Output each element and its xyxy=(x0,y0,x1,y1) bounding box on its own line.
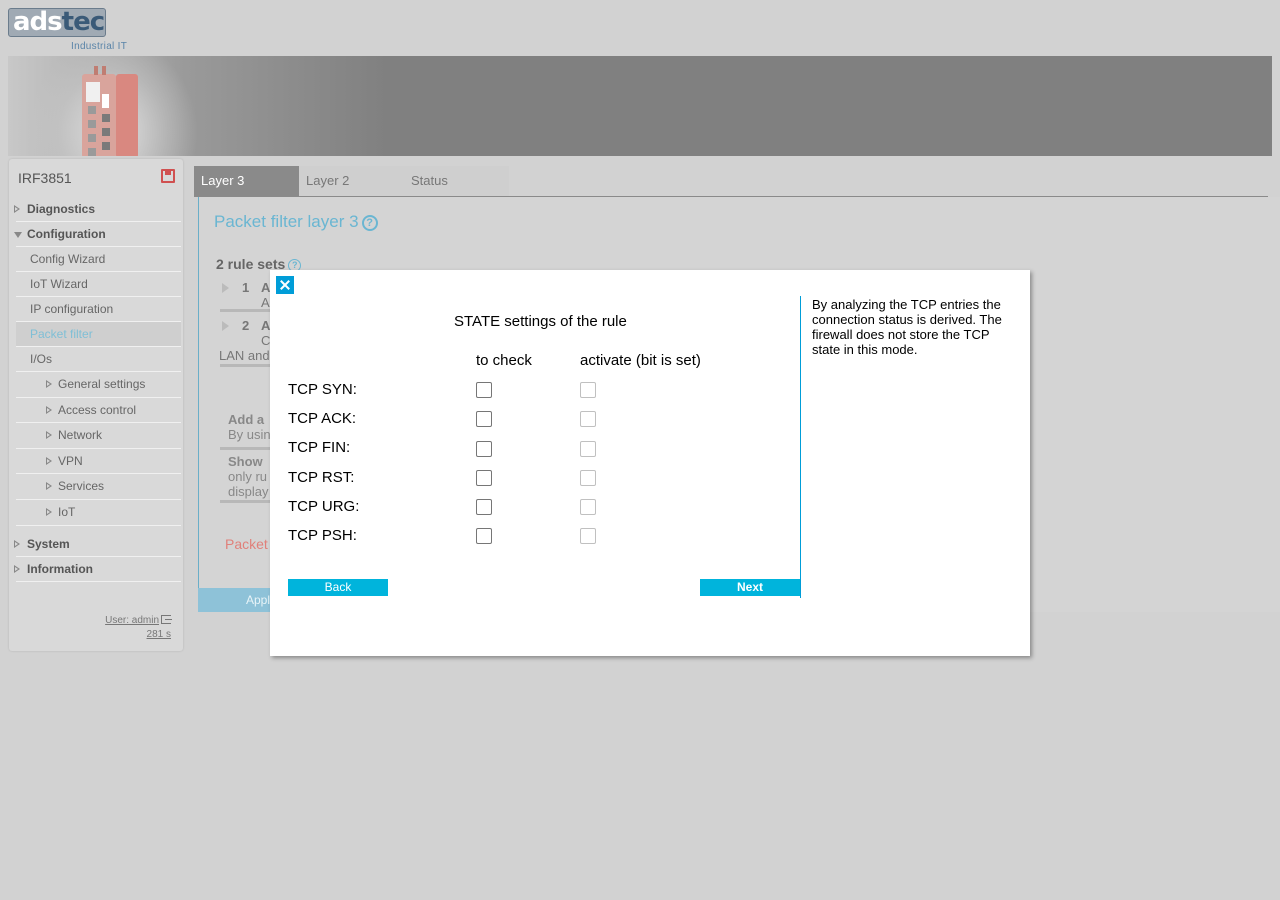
sidebar-item-diagnostics[interactable]: Diagnostics xyxy=(14,197,181,222)
tab-layer3[interactable]: Layer 3 xyxy=(194,166,299,196)
tcp-fin-activate-checkbox[interactable] xyxy=(580,441,596,457)
sidebar-item-iot[interactable]: IoT xyxy=(16,500,181,526)
sidebar-item-general-settings[interactable]: General settings xyxy=(16,372,181,398)
next-button[interactable]: Next xyxy=(700,579,800,596)
tcp-psh-activate-checkbox[interactable] xyxy=(580,528,596,544)
sidebar-item-access-control[interactable]: Access control xyxy=(16,398,181,424)
tcp-psh-label: TCP PSH: xyxy=(288,527,357,544)
tcp-urg-check-checkbox[interactable] xyxy=(476,499,492,515)
expand-icon xyxy=(222,283,229,293)
chevron-right-icon xyxy=(46,482,52,491)
tcp-rst-activate-checkbox[interactable] xyxy=(580,470,596,486)
sidebar-item-services[interactable]: Services xyxy=(16,474,181,500)
column-header-activate: activate (bit is set) xyxy=(580,352,701,369)
chevron-right-icon xyxy=(14,564,20,573)
sidebar-nav: Diagnostics Configuration Config Wizard … xyxy=(14,197,181,582)
header-banner xyxy=(8,56,1272,156)
tcp-ack-label: TCP ACK: xyxy=(288,410,357,427)
chevron-right-icon xyxy=(46,431,52,440)
tcp-syn-check-checkbox[interactable] xyxy=(476,382,492,398)
tcp-syn-activate-checkbox[interactable] xyxy=(580,382,596,398)
tcp-urg-label: TCP URG: xyxy=(288,498,360,515)
sidebar-item-information[interactable]: Information xyxy=(14,557,181,582)
sidebar-item-network[interactable]: Network xyxy=(16,423,181,449)
tcp-fin-check-checkbox[interactable] xyxy=(476,441,492,457)
tcp-ack-activate-checkbox[interactable] xyxy=(580,411,596,427)
sidebar-item-ios[interactable]: I/Os xyxy=(16,347,181,372)
sidebar-item-packet-filter[interactable]: Packet filter xyxy=(16,322,181,347)
chevron-right-icon xyxy=(14,539,20,548)
dialog-title: STATE settings of the rule xyxy=(454,313,627,330)
tcp-syn-label: TCP SYN: xyxy=(288,381,357,398)
device-name: IRF3851 xyxy=(18,170,72,186)
back-button[interactable]: Back xyxy=(288,579,388,596)
close-icon[interactable] xyxy=(276,276,294,294)
tab-status[interactable]: Status xyxy=(404,166,509,196)
page-title: Packet filter layer 3? xyxy=(214,212,378,232)
tcp-psh-check-checkbox[interactable] xyxy=(476,528,492,544)
sidebar: IRF3851 Diagnostics Configuration Config… xyxy=(9,159,183,651)
help-icon[interactable]: ? xyxy=(361,215,378,231)
chevron-right-icon xyxy=(14,205,20,213)
sidebar-item-configuration[interactable]: Configuration xyxy=(14,222,181,247)
tcp-rst-label: TCP RST: xyxy=(288,469,355,486)
sidebar-item-vpn[interactable]: VPN xyxy=(16,449,181,475)
tcp-urg-activate-checkbox[interactable] xyxy=(580,499,596,515)
help-text: By analyzing the TCP entries the connect… xyxy=(812,297,1002,357)
packet-filter-warning: Packet xyxy=(225,536,268,552)
chevron-right-icon xyxy=(46,405,52,414)
chevron-right-icon xyxy=(46,380,52,388)
chevron-down-icon xyxy=(14,232,22,238)
user-logout-link[interactable]: User: admin xyxy=(105,615,172,626)
sidebar-item-config-wizard[interactable]: Config Wizard xyxy=(16,247,181,272)
tab-layer2[interactable]: Layer 2 xyxy=(299,166,404,196)
state-settings-dialog: STATE settings of the rule to check acti… xyxy=(270,270,1030,656)
apply-button[interactable]: Appl xyxy=(198,588,274,612)
session-timer: 281 s xyxy=(146,629,171,640)
sidebar-item-iot-wizard[interactable]: IoT Wizard xyxy=(16,272,181,297)
logo-wordmark: adstec xyxy=(8,8,106,37)
column-header-check: to check xyxy=(476,352,532,369)
sidebar-item-system[interactable]: System xyxy=(14,532,181,557)
adstec-logo: adstec Industrial IT xyxy=(8,8,138,54)
chevron-right-icon xyxy=(46,456,52,465)
expand-icon xyxy=(222,321,229,331)
tcp-rst-check-checkbox[interactable] xyxy=(476,470,492,486)
tcp-fin-label: TCP FIN: xyxy=(288,439,351,456)
logo-subtitle: Industrial IT xyxy=(71,41,128,52)
tcp-ack-check-checkbox[interactable] xyxy=(476,411,492,427)
chevron-right-icon xyxy=(46,507,52,516)
sidebar-item-ip-configuration[interactable]: IP configuration xyxy=(16,297,181,322)
logout-icon xyxy=(161,615,172,624)
save-config-icon[interactable] xyxy=(161,169,175,183)
router-device-image xyxy=(82,66,138,156)
